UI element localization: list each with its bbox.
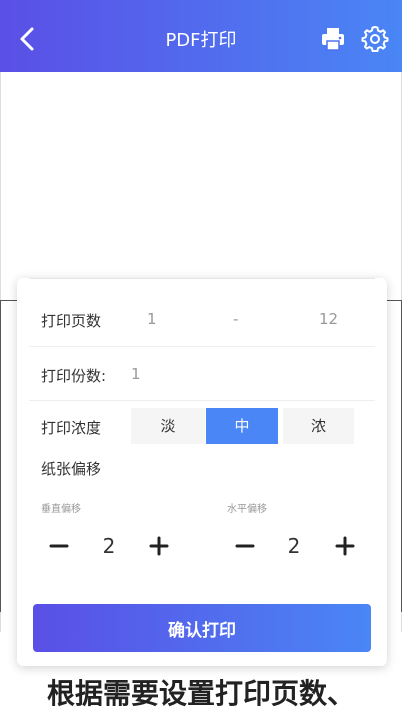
print-settings-panel: 打印页数 1 - 12 打印份数: 1 打印浓度 淡 中 浓 纸张偏移 垂直偏移… [17, 278, 387, 666]
copies-label: 打印份数: [41, 367, 107, 385]
divider [29, 400, 375, 401]
density-label: 打印浓度 [41, 419, 102, 437]
vertical-decrement-button[interactable] [45, 532, 73, 560]
horizontal-increment-button[interactable] [331, 532, 359, 560]
page-from-input[interactable]: 1 [147, 310, 157, 328]
printer-icon[interactable] [320, 26, 346, 52]
panel-top-divider [29, 278, 375, 279]
offset-label: 纸张偏移 [41, 460, 102, 478]
density-option-dark[interactable]: 浓 [283, 408, 354, 444]
vertical-increment-button[interactable] [145, 532, 173, 560]
app-header: PDF打印 [0, 0, 402, 72]
density-option-light[interactable]: 淡 [131, 408, 205, 444]
page-range-separator: - [233, 310, 239, 328]
divider [29, 346, 375, 347]
page-to-input[interactable]: 12 [319, 310, 338, 328]
gear-icon[interactable] [361, 24, 389, 52]
promo-caption: 根据需要设置打印页数、 [46, 677, 355, 710]
horizontal-decrement-button[interactable] [231, 532, 259, 560]
vertical-offset-label: 垂直偏移 [41, 504, 81, 515]
vertical-offset-value[interactable]: 2 [96, 534, 122, 558]
copies-input[interactable]: 1 [131, 365, 141, 383]
horizontal-offset-value[interactable]: 2 [281, 534, 307, 558]
pages-label: 打印页数 [41, 312, 102, 330]
confirm-print-button[interactable]: 确认打印 [33, 604, 371, 652]
horizontal-offset-label: 水平偏移 [227, 504, 267, 515]
density-option-medium[interactable]: 中 [206, 408, 278, 444]
